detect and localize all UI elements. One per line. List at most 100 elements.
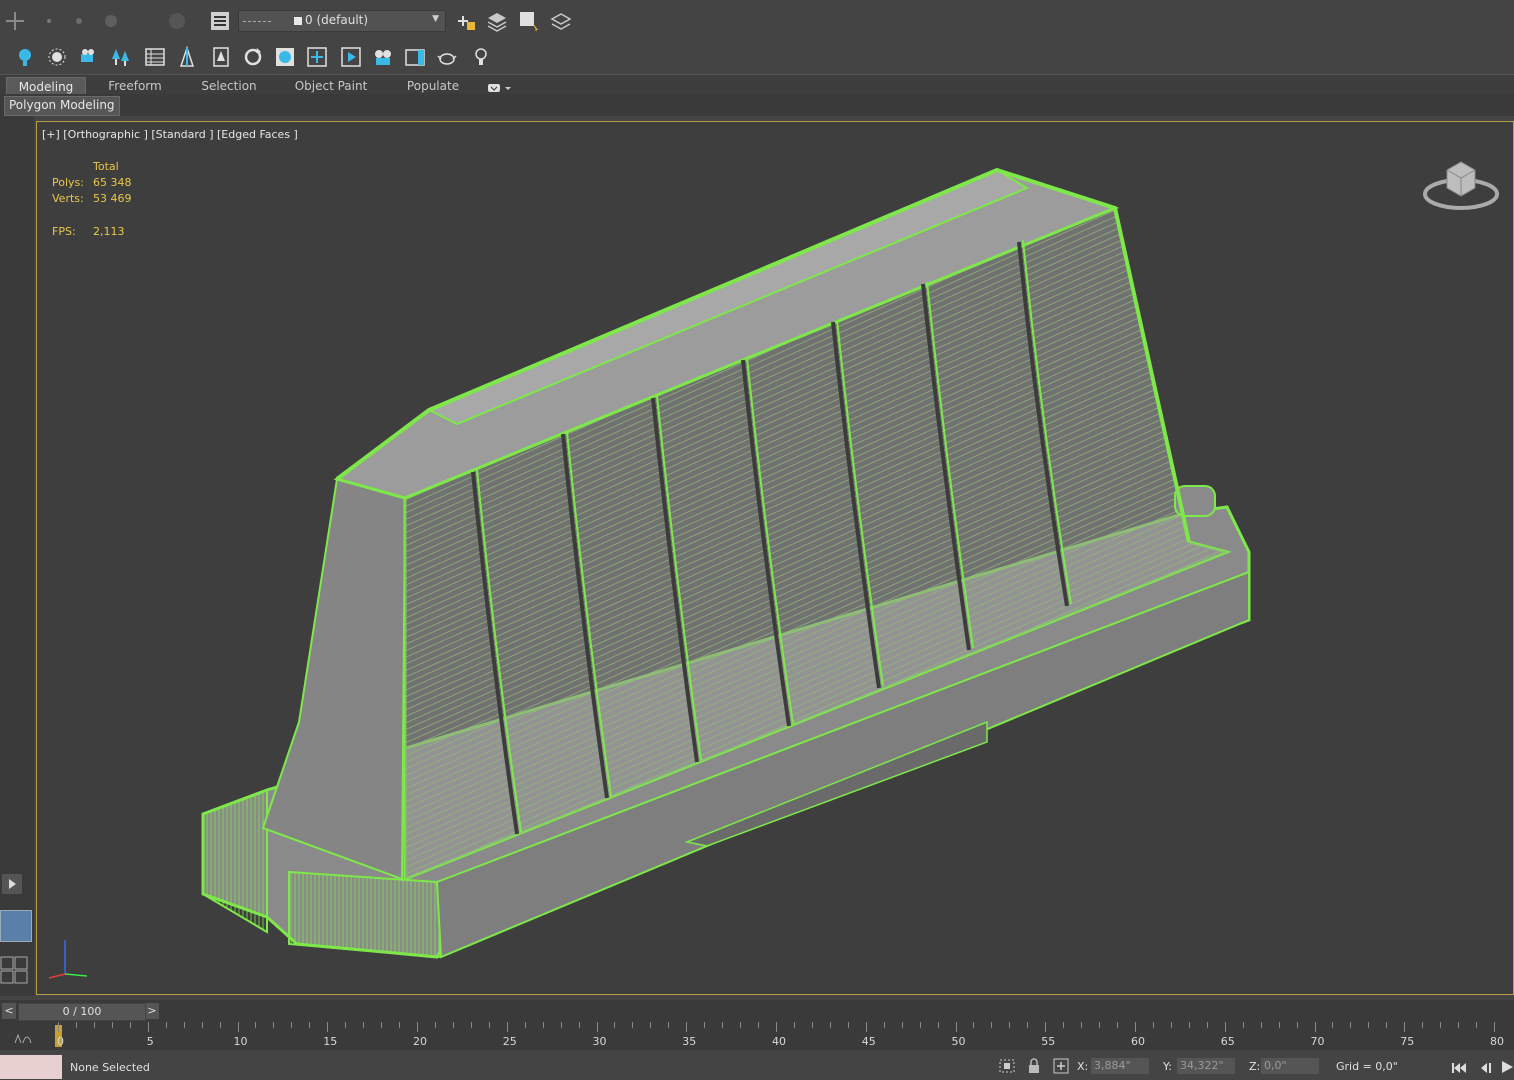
ruler-tick [111, 1022, 113, 1028]
tree-icon[interactable] [108, 44, 134, 70]
dot-icon[interactable] [66, 8, 92, 34]
ruler-tick [973, 1022, 975, 1028]
bulb-outline-icon[interactable] [468, 44, 494, 70]
ruler-tick [1099, 1022, 1101, 1028]
viewport-layout-button[interactable] [0, 910, 32, 942]
render-setup-icon[interactable] [370, 44, 396, 70]
frame-slider-thumb[interactable]: 0 / 100 [18, 1003, 146, 1021]
camera-icon[interactable] [76, 44, 102, 70]
hierarchy-icon[interactable] [174, 44, 200, 70]
y-coord-field[interactable]: 34,322" [1177, 1058, 1235, 1074]
x-coord-field[interactable]: 3,884" [1091, 1058, 1149, 1074]
ruler-tick [345, 1022, 347, 1028]
ruler-tick [1368, 1022, 1370, 1028]
select-object-icon[interactable] [516, 8, 542, 34]
tab-modeling[interactable]: Modeling [6, 77, 86, 95]
ruler-tick [1314, 1022, 1316, 1032]
ruler-tick [309, 1022, 311, 1028]
material-icon[interactable] [272, 44, 298, 70]
left-panel-strip [0, 116, 34, 996]
maxscript-listener[interactable] [0, 1055, 62, 1079]
ruler-tick [722, 1022, 724, 1028]
tab-object-paint[interactable]: Object Paint [286, 77, 376, 95]
ruler-tick [434, 1022, 436, 1028]
ruler-tick [1440, 1022, 1442, 1028]
viewport-orthographic[interactable]: [+] [Orthographic ] [Standard ] [Edged F… [36, 121, 1514, 995]
tab-freeform[interactable]: Freeform [96, 77, 174, 95]
absolute-mode-icon[interactable] [1053, 1058, 1069, 1074]
layer-name: 0 (default) [305, 13, 369, 27]
ruler-tick [1350, 1022, 1352, 1028]
ruler-label: 70 [1310, 1035, 1325, 1048]
ruler-tick [650, 1022, 652, 1028]
ruler-tick [1404, 1022, 1406, 1032]
curve-editor-icon[interactable] [14, 1030, 32, 1044]
sun-icon[interactable] [44, 44, 70, 70]
layers-stack-icon[interactable] [484, 8, 510, 34]
tab-populate[interactable]: Populate [396, 77, 470, 95]
layer-dropdown[interactable]: 0 (default) ▼ [238, 10, 446, 32]
timeline-ruler[interactable]: 0 5 10 15 20 25 30 35 40 45 50 55 60 65 70 75 80 [0, 1022, 1514, 1050]
tab-selection[interactable]: Selection [190, 77, 268, 95]
isolate-icon[interactable] [998, 1058, 1016, 1074]
render-frame-icon[interactable] [304, 44, 330, 70]
ruler-label: 55 [1041, 1035, 1056, 1048]
table-icon[interactable] [142, 44, 168, 70]
z-coord-field[interactable]: 0,0" [1261, 1058, 1319, 1074]
ruler-tick [1476, 1022, 1478, 1028]
next-frame-button[interactable]: > [145, 1003, 159, 1019]
render-icon[interactable] [338, 44, 364, 70]
ruler-tick [1135, 1022, 1136, 1032]
ruler-tick [1045, 1022, 1047, 1032]
go-to-start-icon[interactable] [1451, 1060, 1467, 1074]
ruler-tick [1063, 1022, 1065, 1028]
lock-icon[interactable] [1027, 1058, 1041, 1074]
prev-frame-icon[interactable] [1478, 1060, 1494, 1074]
grid-layout-icon[interactable] [0, 956, 30, 986]
ruler-tick [381, 1022, 383, 1028]
ruler-tick [632, 1022, 634, 1028]
ruler-tick [1224, 1022, 1226, 1032]
ruler-tick [417, 1022, 418, 1032]
ruler-tick [1260, 1022, 1262, 1028]
layers-alt-icon[interactable] [548, 8, 574, 34]
status-bar: None Selected X: 3,884" Y: 34,322" Z: 0,… [0, 1052, 1514, 1080]
light-bulb-icon[interactable] [12, 44, 38, 70]
dot-icon[interactable] [98, 8, 124, 34]
barrier-model[interactable] [37, 122, 1514, 995]
dot-icon[interactable] [164, 8, 190, 34]
grid-size-display: Grid = 0,0" [1336, 1060, 1398, 1073]
play-icon[interactable] [1500, 1059, 1514, 1075]
create-plus-icon[interactable] [2, 8, 28, 34]
ruler-tick [793, 1022, 795, 1028]
ruler-label: 20 [413, 1035, 427, 1048]
axis-gizmo-icon [45, 934, 93, 982]
ruler-label: 0 [57, 1035, 64, 1048]
expand-arrow-button[interactable] [2, 874, 22, 894]
polygon-modeling-panel[interactable]: Polygon Modeling [4, 96, 120, 116]
ruler-tick [991, 1022, 993, 1028]
ribbon-options-icon[interactable] [487, 79, 513, 92]
rotate-icon[interactable] [240, 44, 266, 70]
secondary-toolbar [0, 40, 1514, 74]
dot-icon[interactable] [36, 8, 62, 34]
prev-frame-button[interactable]: < [2, 1003, 16, 1019]
ruler-tick [147, 1022, 149, 1032]
time-slider: < > [0, 1000, 1514, 1022]
ruler-label: 75 [1400, 1035, 1415, 1048]
teapot-icon[interactable] [434, 44, 460, 70]
ruler-tick [1188, 1022, 1190, 1028]
ruler-tick [829, 1022, 831, 1028]
layer-dash-icon [243, 21, 271, 23]
y-coord-label: Y: [1163, 1060, 1172, 1073]
bone-icon[interactable] [208, 44, 234, 70]
selection-status: None Selected [70, 1061, 150, 1074]
ruler-label: 65 [1220, 1035, 1235, 1048]
layer-manager-icon[interactable] [207, 8, 233, 34]
ruler-label: 45 [861, 1035, 876, 1048]
viewport-frame-icon[interactable] [402, 44, 428, 70]
layer-color-swatch [294, 17, 302, 25]
add-to-layer-icon[interactable] [452, 8, 478, 34]
ruler-tick [1170, 1022, 1172, 1028]
ruler-tick [219, 1022, 221, 1028]
